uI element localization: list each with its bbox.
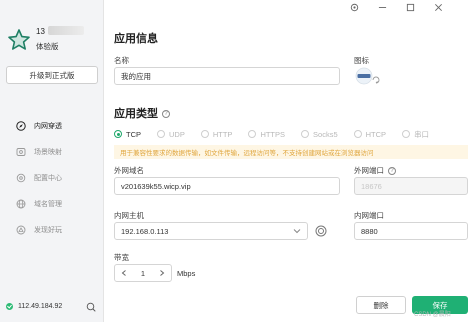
upgrade-button[interactable]: 升级到正式版: [6, 66, 98, 84]
external-domain-input[interactable]: v201639k55.wicp.vip: [114, 177, 340, 195]
app-info-title: 应用信息: [114, 33, 158, 45]
sidebar: 13 体验版 升级到正式版 内网穿透 场景映射 配置中心 域名管理 发现好玩 1…: [0, 0, 104, 322]
radio-circle-icon: [157, 130, 165, 138]
radio-circle-icon: [114, 130, 122, 138]
minimize-icon[interactable]: [376, 2, 388, 12]
radio-circle-icon: [200, 130, 209, 138]
scan-host-icon[interactable]: [315, 225, 327, 237]
radio-tcp[interactable]: TCP: [114, 130, 141, 139]
sidebar-item-label: 配置中心: [34, 175, 62, 182]
radio-label: HTCP: [365, 129, 387, 139]
chevron-down-icon: [293, 229, 301, 234]
app-type-radio-group: TCP UDP HTTP HTTPS Socks5 HTCP 串口: [114, 128, 474, 140]
name-input[interactable]: 我的应用: [114, 67, 340, 85]
app-type-title: 应用类型?: [114, 105, 170, 121]
radio-http[interactable]: HTTP: [200, 129, 233, 139]
radio-socks5[interactable]: Socks5: [301, 130, 338, 139]
settings-icon[interactable]: [348, 2, 360, 12]
globe-icon: [16, 199, 26, 209]
public-ip-text: 112.49.184.92: [18, 303, 63, 310]
sidebar-item-domain[interactable]: 域名管理: [0, 193, 104, 215]
sidebar-item-label: 发现好玩: [34, 227, 62, 234]
watermark: CSDN @晨阳: [414, 312, 451, 318]
radio-label: Socks5: [313, 129, 338, 139]
name-input-value: 我的应用: [121, 71, 151, 81]
sidebar-item-scene[interactable]: 场景映射: [0, 141, 104, 163]
app-type-notice: 用于兼容性要求的数据传输，如文件传输，远程访问等，不支持创建网站或在浏览器访问: [114, 145, 468, 159]
internal-host-select[interactable]: 192.168.0.113: [114, 222, 308, 240]
name-label: 名称: [114, 56, 129, 65]
sidebar-item-intranet[interactable]: 内网穿透: [0, 115, 104, 137]
bandwidth-stepper[interactable]: 1: [114, 264, 172, 282]
decrement-icon[interactable]: [121, 270, 127, 276]
maximize-icon[interactable]: [404, 2, 416, 12]
external-port-label: 外网端口?: [354, 165, 396, 176]
sidebar-item-discover[interactable]: 发现好玩: [0, 219, 104, 241]
internal-host-label: 内网主机: [114, 211, 144, 220]
radio-udp[interactable]: UDP: [157, 130, 185, 139]
user-name-redacted: [48, 26, 84, 35]
external-domain-label: 外网域名: [114, 166, 144, 175]
online-check-icon: [6, 303, 13, 310]
radio-label: 串口: [414, 129, 430, 139]
increment-icon[interactable]: [159, 270, 165, 276]
public-ip-status: 112.49.184.92: [6, 303, 62, 310]
help-icon[interactable]: ?: [388, 167, 396, 176]
close-icon[interactable]: [432, 2, 444, 12]
radio-label: TCP: [126, 129, 141, 139]
scene-icon: [16, 147, 26, 157]
external-port-label-text: 外网端口: [354, 166, 384, 175]
internal-port-label: 内网端口: [354, 211, 384, 220]
help-icon[interactable]: ?: [162, 110, 170, 119]
internal-host-value: 192.168.0.113: [121, 226, 169, 236]
radio-https[interactable]: HTTPS: [248, 130, 285, 139]
settings-icon: [16, 173, 26, 183]
sidebar-item-label: 场景映射: [34, 149, 62, 156]
bandwidth-label: 带宽: [114, 253, 129, 262]
radio-circle-icon: [353, 130, 362, 138]
radio-serial[interactable]: 串口: [402, 129, 429, 140]
app-type-title-text: 应用类型: [114, 108, 158, 120]
radio-circle-icon: [402, 130, 411, 138]
external-domain-value: v201639k55.wicp.vip: [121, 181, 191, 191]
radio-circle-icon: [301, 130, 310, 138]
radio-circle-icon: [248, 130, 257, 138]
bandwidth-unit: Mbps: [177, 269, 196, 278]
internal-port-input[interactable]: 8880: [354, 222, 468, 240]
icon-label: 图标: [354, 56, 369, 65]
network-diagnose-icon[interactable]: [86, 302, 96, 312]
sidebar-item-label: 域名管理: [34, 201, 62, 208]
internal-port-value: 8880: [361, 226, 378, 236]
sidebar-item-config[interactable]: 配置中心: [0, 167, 104, 189]
logo-star-icon: [8, 29, 30, 50]
version-badge: 体验版: [36, 42, 59, 51]
delete-button[interactable]: 删除: [356, 296, 406, 314]
app-icon-image: [355, 67, 380, 85]
radio-label: UDP: [169, 129, 185, 139]
sidebar-item-label: 内网穿透: [34, 123, 62, 130]
external-port-input: 18676: [354, 177, 468, 195]
radio-label: HTTP: [212, 129, 233, 139]
user-name: 13: [36, 27, 45, 36]
discover-icon: [16, 225, 26, 235]
radio-label: HTTPS: [260, 129, 286, 139]
compass-icon: [16, 121, 26, 131]
external-port-value: 18676: [361, 181, 382, 191]
bandwidth-value: 1: [140, 268, 146, 278]
radio-htcp[interactable]: HTCP: [353, 129, 387, 139]
app-icon-picker[interactable]: [354, 67, 380, 87]
